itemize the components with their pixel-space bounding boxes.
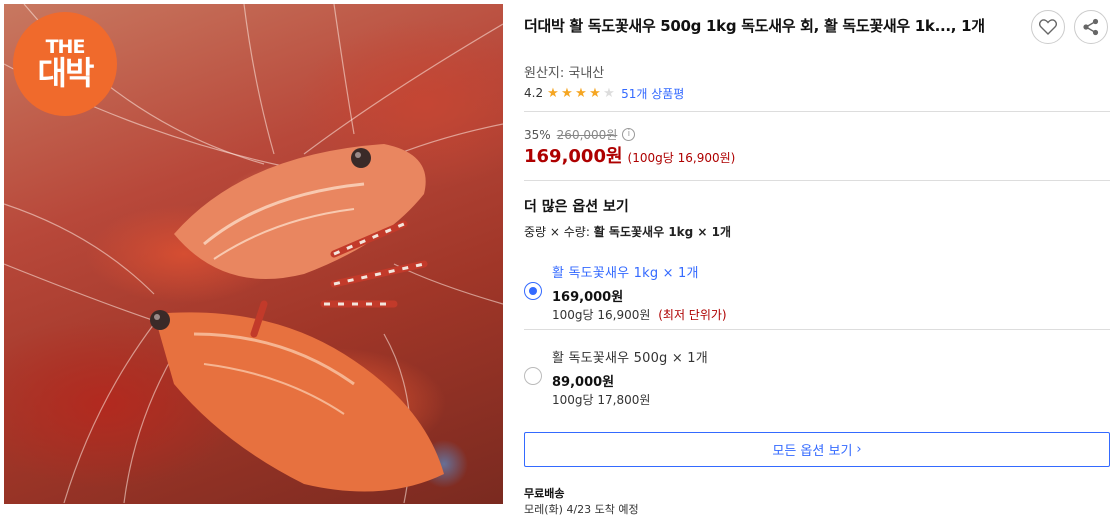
star-icon: ★ bbox=[547, 85, 559, 101]
share-button[interactable] bbox=[1074, 10, 1108, 44]
info-icon[interactable]: i bbox=[622, 128, 636, 141]
discount-row: 35% 260,000원 i bbox=[524, 126, 636, 143]
rating-row: 4.2 ★ ★ ★ ★ ★ 51개 상품평 bbox=[524, 84, 684, 102]
option-item-1kg[interactable]: 활 독도꽃새우 1kg × 1개 169,000원 100g당 16,900원 … bbox=[524, 256, 1110, 330]
divider bbox=[524, 111, 1110, 112]
options-summary-value: 활 독도꽃새우 1kg × 1개 bbox=[593, 225, 732, 239]
lowest-unit-price-tag: (최저 단위가) bbox=[658, 308, 727, 322]
brand-logo: THE 대박 bbox=[13, 12, 117, 116]
review-count-link[interactable]: 51개 상품평 bbox=[621, 85, 684, 102]
option-unit-price: 100g당 16,900원 (최저 단위가) bbox=[552, 306, 727, 323]
all-options-button[interactable]: 모든 옵션 보기 › bbox=[524, 432, 1110, 467]
option-name: 활 독도꽃새우 500g × 1개 bbox=[552, 351, 708, 366]
option-price: 89,000원 bbox=[552, 375, 615, 390]
origin-text: 원산지: 국내산 bbox=[524, 66, 605, 81]
option-price: 169,000원 bbox=[552, 290, 624, 305]
chevron-right-icon: › bbox=[856, 442, 862, 457]
option-unit-text: 100g당 17,800원 bbox=[552, 393, 651, 407]
option-name: 활 독도꽃새우 1kg × 1개 bbox=[552, 266, 699, 281]
options-heading: 더 많은 옵션 보기 bbox=[524, 199, 629, 215]
option-unit-price: 100g당 17,800원 bbox=[552, 391, 650, 408]
discount-rate: 35% bbox=[524, 127, 551, 142]
star-icon: ★ bbox=[603, 85, 615, 101]
star-icon: ★ bbox=[589, 85, 601, 101]
option-item-500g[interactable]: 활 독도꽃새우 500g × 1개 89,000원 100g당 17,800원 bbox=[524, 343, 1110, 413]
wishlist-button[interactable] bbox=[1031, 10, 1065, 44]
unit-price: (100g당 16,900원) bbox=[627, 151, 736, 165]
share-icon bbox=[1083, 18, 1099, 36]
sale-price: 169,000원 bbox=[524, 146, 623, 167]
divider bbox=[524, 180, 1110, 181]
all-options-label: 모든 옵션 보기 bbox=[772, 444, 853, 459]
rating-value: 4.2 bbox=[524, 86, 544, 100]
options-summary: 중량 × 수량: 활 독도꽃새우 1kg × 1개 bbox=[524, 223, 731, 240]
price-row: 169,000원 (100g당 16,900원) bbox=[524, 142, 735, 168]
radio-unselected[interactable] bbox=[524, 367, 542, 385]
shipping-label: 무료배송 bbox=[524, 487, 565, 500]
delivery-eta: 모레(화) 4/23 도착 예정 bbox=[524, 503, 639, 516]
product-info-panel: 더대박 활 독도꽃새우 500g 1kg 독도새우 회, 활 독도꽃새우 1k.… bbox=[524, 0, 1110, 519]
option-unit-text: 100g당 16,900원 bbox=[552, 308, 651, 322]
heart-icon bbox=[1039, 19, 1057, 35]
star-icon: ★ bbox=[575, 85, 587, 101]
brand-logo-line2: 대박 bbox=[37, 54, 95, 92]
product-title: 더대박 활 독도꽃새우 500g 1kg 독도새우 회, 활 독도꽃새우 1k.… bbox=[524, 17, 985, 35]
original-price: 260,000원 bbox=[556, 128, 618, 142]
product-image[interactable]: THE 대박 bbox=[4, 4, 503, 504]
options-summary-label: 중량 × 수량: bbox=[524, 225, 590, 239]
star-icon: ★ bbox=[561, 85, 573, 101]
star-rating: ★ ★ ★ ★ ★ bbox=[547, 87, 617, 100]
radio-selected[interactable] bbox=[524, 282, 542, 300]
